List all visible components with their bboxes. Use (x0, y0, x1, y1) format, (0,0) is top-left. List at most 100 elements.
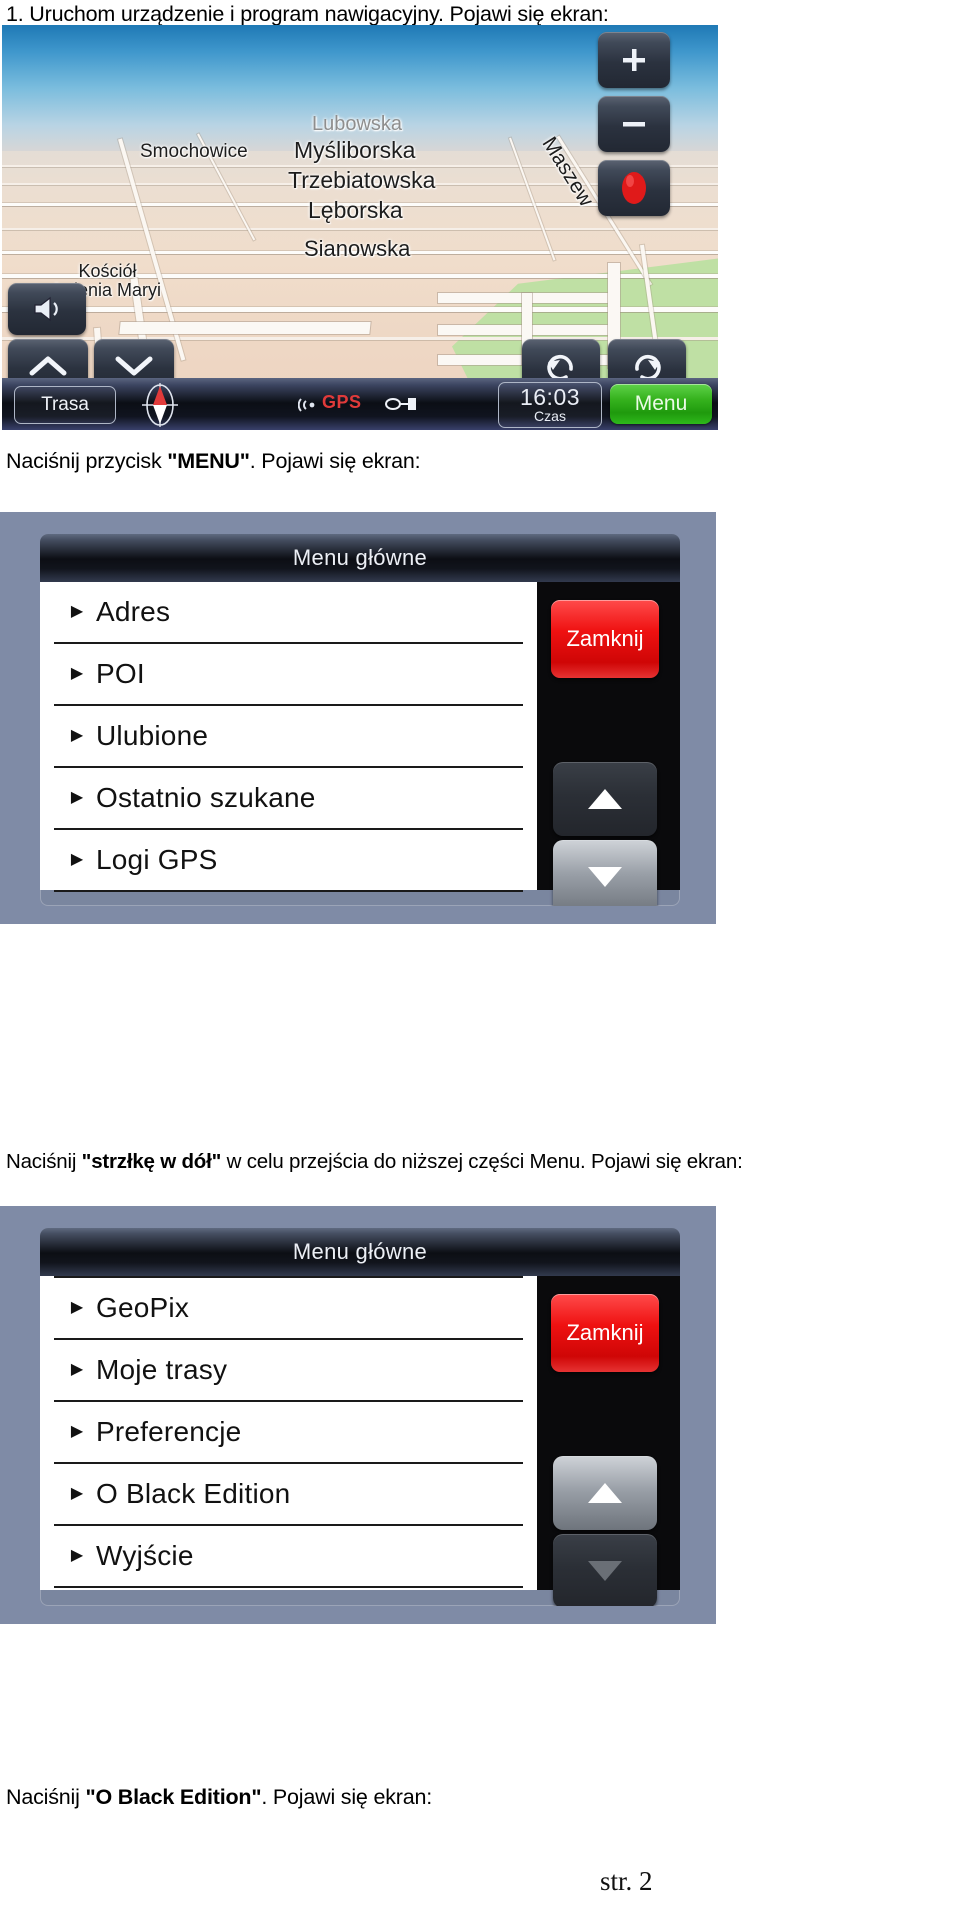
main-menu-screenshot-page2: Menu główne ▶ GeoPix ▶ Moje trasy ▶ Pref… (0, 1206, 716, 1624)
step-3-instruction: Naciśnij "strzłkę w dół" w celu przejści… (6, 1150, 743, 1174)
plug-icon (385, 398, 416, 410)
zoom-out-button[interactable] (598, 96, 670, 152)
menu-item-ostatnio-szukane[interactable]: ▶ Ostatnio szukane (54, 768, 523, 830)
street-label-leborska: Lęborska (308, 197, 403, 224)
record-dot-icon (622, 172, 646, 204)
record-button[interactable] (598, 160, 670, 216)
step-1-instruction: 1. Uruchom urządzenie i program nawigacy… (6, 2, 609, 27)
step-4-bold: "O Black Edition" (85, 1785, 262, 1809)
map-road (2, 228, 718, 230)
gps-label-text: GPS (322, 392, 362, 412)
clock-caption: Czas (534, 408, 566, 424)
menu-side-panel: Zamknij (537, 1276, 680, 1606)
route-button[interactable]: Trasa (14, 386, 116, 424)
route-button-label: Trasa (41, 394, 89, 415)
menu-item-label: Logi GPS (96, 844, 218, 875)
menu-item-list: ▶ Adres ▶ POI ▶ Ulubione ▶ Ostatnio szuk… (40, 582, 537, 892)
step-4-pre: Naciśnij (6, 1785, 86, 1809)
menu-body: ▶ Adres ▶ POI ▶ Ulubione ▶ Ostatnio szuk… (40, 582, 680, 906)
manual-page: 1. Uruchom urządzenie i program nawigacy… (0, 0, 960, 1905)
menu-button[interactable]: Menu (610, 384, 712, 424)
close-button-label: Zamknij (566, 1320, 644, 1345)
caret-right-icon: ▶ (70, 1361, 84, 1378)
step-2-instruction: Naciśnij przycisk "MENU". Pojawi się ekr… (6, 449, 421, 474)
step-3-post: w celu przejścia do niższej części Menu.… (221, 1150, 743, 1173)
caret-right-icon: ▶ (70, 1547, 84, 1564)
menu-item-o-black-edition[interactable]: ▶ O Black Edition (54, 1464, 523, 1526)
menu-item-label: O Black Edition (96, 1478, 291, 1509)
step-3-bold: "strzłkę w dół" (81, 1150, 222, 1173)
street-label-lubowska: Lubowska (312, 113, 402, 136)
street-label-smochowice: Smochowice (140, 141, 248, 163)
menu-item-label: Moje trasy (96, 1354, 228, 1385)
menu-item-label: Adres (96, 596, 171, 627)
chevron-up-icon (29, 356, 67, 376)
street-label-text: Lubowska (312, 113, 403, 135)
signal-waves-icon (297, 398, 315, 412)
street-label-text: Lęborska (308, 197, 403, 223)
step-4-instruction: Naciśnij "O Black Edition". Pojawi się e… (6, 1785, 432, 1810)
compass-needle-icon (142, 383, 178, 427)
street-label-text: Myśliborska (294, 137, 416, 163)
menu-item-list: ▶ GeoPix ▶ Moje trasy ▶ Preferencje ▶ O … (40, 1276, 537, 1590)
zoom-in-button[interactable] (598, 32, 670, 88)
caret-right-icon: ▶ (70, 851, 84, 868)
caret-right-icon: ▶ (70, 1299, 84, 1316)
menu-side-panel: Zamknij (537, 582, 680, 906)
scroll-up-button[interactable] (553, 762, 657, 836)
menu-item-adres[interactable]: ▶ Adres (54, 582, 523, 644)
map-status-bar: Trasa GPS 16:03 Czas Menu (2, 378, 718, 430)
step-1-text: 1. Uruchom urządzenie i program nawigacy… (6, 2, 609, 26)
triangle-up-icon (588, 789, 622, 809)
menu-title-bar: Menu główne (40, 534, 680, 582)
menu-frame: Menu główne ▶ Adres ▶ POI ▶ Ulubione ▶ O… (40, 534, 680, 906)
power-icon (384, 394, 418, 419)
step-2-post: . Pojawi się ekran: (249, 449, 421, 473)
chevron-down-icon (115, 356, 153, 376)
street-label-text: Smochowice (140, 141, 248, 162)
menu-title-text: Menu główne (292, 545, 428, 570)
volume-button[interactable] (8, 283, 86, 335)
menu-frame: Menu główne ▶ GeoPix ▶ Moje trasy ▶ Pref… (40, 1228, 680, 1606)
caret-right-icon: ▶ (70, 1485, 84, 1502)
street-label-mysliborska: Myśliborska (294, 137, 415, 164)
caret-right-icon: ▶ (70, 665, 84, 682)
menu-item-geopix[interactable]: ▶ GeoPix (54, 1278, 523, 1340)
menu-item-ulubione[interactable]: ▶ Ulubione (54, 706, 523, 768)
triangle-down-icon (588, 1561, 622, 1581)
close-button[interactable]: Zamknij (551, 600, 659, 678)
scroll-up-button[interactable] (553, 1456, 657, 1530)
clock-time: 16:03 (519, 384, 581, 410)
step-3-pre: Naciśnij (6, 1150, 82, 1173)
menu-title-bar: Menu główne (40, 1228, 680, 1276)
menu-item-poi[interactable]: ▶ POI (54, 644, 523, 706)
menu-title-text: Menu główne (292, 1239, 428, 1264)
speaker-icon (34, 296, 58, 322)
scroll-down-button[interactable] (553, 1534, 657, 1606)
compass-indicator[interactable] (136, 380, 184, 430)
caret-right-icon: ▶ (70, 603, 84, 620)
menu-item-logi-gps[interactable]: ▶ Logi GPS (54, 830, 523, 892)
page-number: str. 2 (600, 1866, 653, 1896)
close-button[interactable]: Zamknij (551, 1294, 659, 1372)
menu-item-label: Wyjście (96, 1540, 194, 1571)
menu-item-label: POI (96, 658, 145, 689)
clock-display[interactable]: 16:03 Czas (498, 382, 602, 428)
main-menu-screenshot-page1: Menu główne ▶ Adres ▶ POI ▶ Ulubione ▶ O… (0, 512, 716, 924)
menu-body: ▶ GeoPix ▶ Moje trasy ▶ Preferencje ▶ O … (40, 1276, 680, 1606)
menu-item-label: Preferencje (96, 1416, 242, 1447)
map-building (119, 322, 371, 334)
step-2-bold: "MENU" (167, 449, 250, 473)
menu-item-preferencje[interactable]: ▶ Preferencje (54, 1402, 523, 1464)
clock-box: 16:03 Czas (520, 386, 580, 424)
gps-signal-icon (297, 395, 320, 420)
minus-icon (623, 122, 645, 127)
menu-item-moje-trasy[interactable]: ▶ Moje trasy (54, 1340, 523, 1402)
menu-item-label: GeoPix (96, 1292, 190, 1323)
street-label-trzebiatowska: Trzebiatowska (288, 167, 435, 194)
scroll-down-button[interactable] (553, 840, 657, 906)
plus-icon (623, 49, 645, 71)
menu-item-wyjscie[interactable]: ▶ Wyjście (54, 1526, 523, 1588)
caret-right-icon: ▶ (70, 1423, 84, 1440)
menu-button-label: Menu (634, 392, 688, 415)
